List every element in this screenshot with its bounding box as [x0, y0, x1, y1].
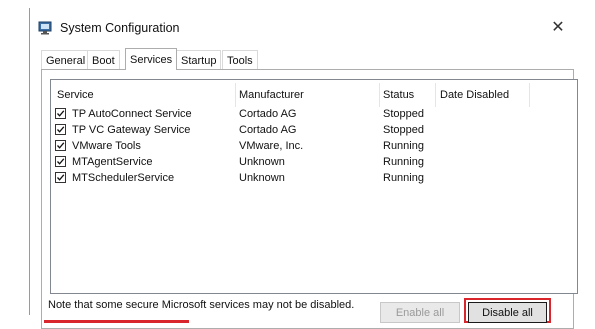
column-header-manufacturer[interactable]: Manufacturer	[239, 88, 304, 102]
service-status: Stopped	[383, 108, 424, 120]
column-header-status[interactable]: Status	[383, 88, 414, 102]
service-checkbox[interactable]	[55, 124, 66, 135]
tab-general[interactable]: General	[41, 50, 91, 70]
system-config-icon	[38, 21, 52, 35]
checkmark-icon	[57, 158, 65, 165]
checkmark-icon	[57, 126, 65, 133]
table-row[interactable]: MTSchedulerService Unknown Running	[51, 170, 577, 186]
service-name: TP VC Gateway Service	[72, 124, 191, 136]
tab-boot-label: Boot	[92, 55, 115, 67]
tab-services[interactable]: Services	[125, 48, 178, 70]
service-status: Stopped	[383, 124, 424, 136]
close-button[interactable]: ✕	[543, 13, 573, 41]
column-header-date-disabled[interactable]: Date Disabled	[440, 88, 509, 102]
column-separator[interactable]	[235, 83, 236, 107]
enable-all-button[interactable]: Enable all	[380, 302, 460, 323]
column-separator[interactable]	[435, 83, 436, 107]
service-checkbox[interactable]	[55, 108, 66, 119]
service-manufacturer: Unknown	[239, 172, 285, 184]
enable-all-label: Enable all	[395, 306, 445, 319]
service-name: MTSchedulerService	[72, 172, 175, 184]
services-list[interactable]: Service Manufacturer Status Date Disable…	[50, 79, 578, 294]
disable-all-label: Disable all	[482, 306, 533, 319]
service-name: TP AutoConnect Service	[72, 108, 192, 120]
checkmark-icon	[57, 174, 65, 181]
service-checkbox[interactable]	[55, 140, 66, 151]
tab-startup[interactable]: Startup	[176, 50, 222, 70]
service-checkbox[interactable]	[55, 156, 66, 167]
service-name: MTAgentService	[72, 156, 153, 168]
service-manufacturer: Unknown	[239, 156, 285, 168]
tab-tools[interactable]: Tools	[222, 50, 258, 70]
service-status: Running	[383, 172, 424, 184]
window-title: System Configuration	[60, 21, 180, 35]
table-row[interactable]: VMware Tools VMware, Inc. Running	[51, 138, 577, 154]
service-status: Running	[383, 156, 424, 168]
table-row[interactable]: MTAgentService Unknown Running	[51, 154, 577, 170]
service-checkbox[interactable]	[55, 172, 66, 183]
column-separator[interactable]	[529, 83, 530, 107]
column-header-service[interactable]: Service	[57, 88, 94, 102]
tab-startup-label: Startup	[181, 55, 217, 67]
column-separator[interactable]	[379, 83, 380, 107]
service-manufacturer: Cortado AG	[239, 108, 297, 120]
tab-general-label: General	[46, 55, 86, 67]
disable-all-button[interactable]: Disable all	[468, 302, 547, 323]
table-row[interactable]: TP VC Gateway Service Cortado AG Stopped	[51, 122, 577, 138]
service-manufacturer: VMware, Inc.	[239, 140, 304, 152]
checkmark-icon	[57, 142, 65, 149]
checkmark-icon	[57, 110, 65, 117]
note-highlight-underline	[44, 320, 189, 323]
secure-services-note: Note that some secure Microsoft services…	[48, 299, 355, 311]
system-configuration-window: System Configuration ✕ General Boot Serv…	[29, 8, 595, 329]
table-row[interactable]: TP AutoConnect Service Cortado AG Stoppe…	[51, 106, 577, 122]
service-manufacturer: Cortado AG	[239, 124, 297, 136]
service-status: Running	[383, 140, 424, 152]
close-icon: ✕	[551, 19, 565, 36]
tab-tools-label: Tools	[227, 55, 253, 67]
service-name: VMware Tools	[72, 140, 141, 152]
tab-boot[interactable]: Boot	[87, 50, 120, 70]
tab-services-label: Services	[130, 54, 173, 66]
